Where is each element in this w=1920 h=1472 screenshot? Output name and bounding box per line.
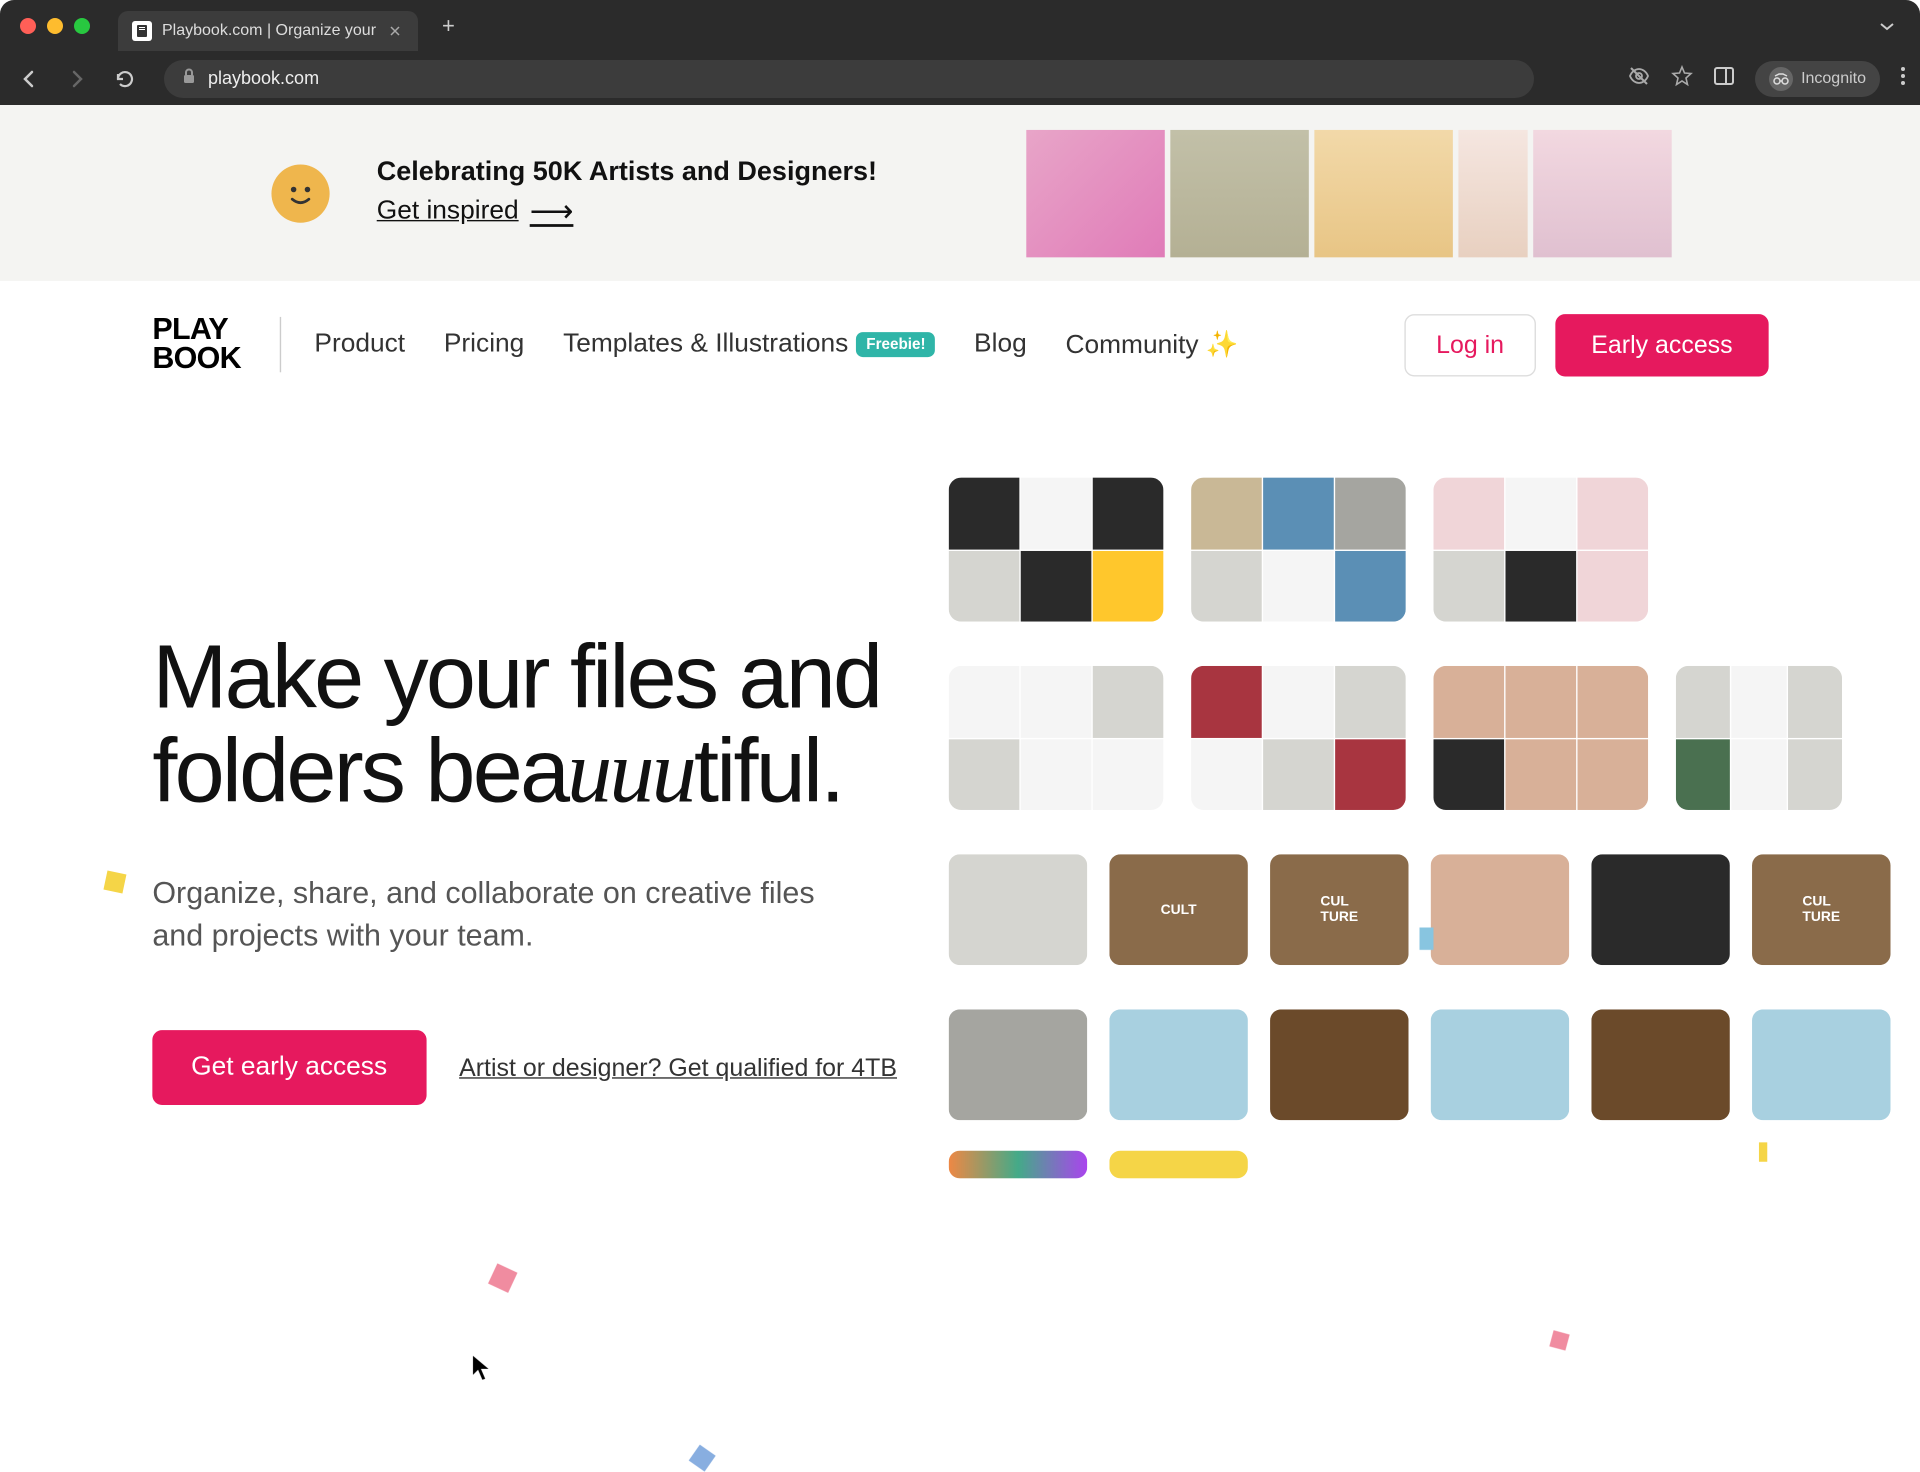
tab-title: Playbook.com | Organize your	[162, 22, 376, 40]
browser-chrome: Playbook.com | Organize your + playbook.…	[0, 0, 1920, 105]
hero-cta-row: Get early access Artist or designer? Get…	[152, 1031, 900, 1106]
banner-thumb[interactable]	[1458, 129, 1527, 256]
nav-templates-label: Templates & Illustrations	[563, 329, 848, 359]
gallery-card[interactable]: CULTURE	[1270, 854, 1409, 965]
gallery-card[interactable]	[1191, 478, 1406, 622]
hero-section: Make your files and folders beauuutiful.…	[0, 408, 1920, 1222]
banner-thumb[interactable]	[1314, 129, 1453, 256]
incognito-icon	[1769, 67, 1793, 91]
browser-toolbar: playbook.com Incognito	[0, 52, 1920, 105]
gallery-card[interactable]	[1431, 854, 1570, 965]
url-text: playbook.com	[208, 68, 319, 89]
browser-titlebar: Playbook.com | Organize your +	[0, 0, 1920, 52]
gallery-card[interactable]	[949, 666, 1164, 810]
mouse-cursor-icon	[471, 1353, 493, 1390]
banner-text-block: Celebrating 50K Artists and Designers! G…	[377, 156, 877, 229]
new-tab-button[interactable]: +	[442, 13, 455, 39]
banner-link-text: Get inspired	[377, 196, 519, 226]
gallery-card[interactable]	[1676, 666, 1842, 810]
qualify-link[interactable]: Artist or designer? Get qualified for 4T…	[459, 1053, 897, 1082]
hero-gallery: CULT CULTURE CULTURE	[900, 478, 1920, 1223]
tab-favicon-icon	[132, 21, 152, 41]
banner-headline: Celebrating 50K Artists and Designers!	[377, 156, 877, 188]
gallery-card[interactable]	[1752, 1009, 1891, 1120]
gallery-row	[949, 478, 1920, 622]
close-tab-button[interactable]	[386, 22, 404, 40]
gallery-row	[949, 1009, 1920, 1120]
browser-menu-icon[interactable]	[1900, 65, 1906, 92]
confetti-icon	[488, 1263, 517, 1292]
browser-toolbar-right: Incognito	[1627, 61, 1906, 97]
logo-line2: BOOK	[152, 345, 241, 374]
logo[interactable]: PLAY BOOK	[152, 316, 241, 374]
banner-thumb[interactable]	[1170, 129, 1309, 256]
gallery-card[interactable]	[949, 478, 1164, 622]
nav-templates[interactable]: Templates & Illustrations Freebie!	[563, 329, 935, 359]
nav-pricing[interactable]: Pricing	[444, 329, 524, 359]
nav-blog[interactable]: Blog	[974, 329, 1027, 359]
gallery-card[interactable]: CULT	[1109, 854, 1248, 965]
gallery-card[interactable]	[1591, 1009, 1730, 1120]
nav-actions: Log in Early access	[1404, 313, 1768, 375]
gallery-card[interactable]	[1591, 854, 1730, 965]
maximize-window-button[interactable]	[74, 18, 90, 34]
login-button[interactable]: Log in	[1404, 313, 1536, 375]
arrow-right-icon: ⟶	[530, 194, 574, 230]
incognito-label: Incognito	[1801, 70, 1866, 88]
browser-tab[interactable]: Playbook.com | Organize your	[118, 11, 418, 51]
site-nav: PLAY BOOK Product Pricing Templates & Il…	[0, 281, 1920, 408]
lock-icon	[182, 68, 196, 89]
banner-thumb[interactable]	[1026, 129, 1165, 256]
reload-button[interactable]	[110, 64, 140, 94]
confetti-icon	[1549, 1330, 1569, 1350]
hero-title-part2: tiful.	[694, 720, 842, 821]
banner-inspired-link[interactable]: Get inspired ⟶	[377, 194, 574, 230]
banner-image-strip	[1026, 129, 1920, 256]
get-early-access-button[interactable]: Get early access	[152, 1031, 426, 1106]
gallery-row: CULT CULTURE CULTURE	[949, 854, 1920, 965]
confetti-icon	[103, 870, 126, 893]
promo-banner: Celebrating 50K Artists and Designers! G…	[0, 105, 1920, 281]
smiley-icon	[271, 164, 329, 222]
gallery-row	[949, 1151, 1920, 1179]
address-bar[interactable]: playbook.com	[164, 60, 1534, 98]
close-window-button[interactable]	[20, 18, 36, 34]
gallery-card[interactable]	[1433, 666, 1648, 810]
hero-title: Make your files and folders beauuutiful.	[152, 630, 900, 820]
gallery-card[interactable]	[1191, 666, 1406, 810]
nav-links: Product Pricing Templates & Illustration…	[314, 328, 1238, 361]
eye-off-icon[interactable]	[1627, 64, 1651, 93]
confetti-icon	[1420, 928, 1434, 950]
gallery-card[interactable]	[949, 1151, 1088, 1179]
gallery-card[interactable]	[1109, 1151, 1248, 1179]
gallery-card[interactable]	[949, 854, 1088, 965]
hero-title-italic: uuu	[567, 723, 694, 823]
gallery-card[interactable]: CULTURE	[1752, 854, 1891, 965]
window-controls	[20, 18, 90, 34]
freebie-badge: Freebie!	[857, 332, 936, 357]
gallery-card[interactable]	[1433, 478, 1648, 622]
incognito-badge[interactable]: Incognito	[1755, 61, 1880, 97]
confetti-icon	[1759, 1142, 1767, 1161]
forward-button[interactable]	[62, 64, 92, 94]
confetti-icon	[689, 1445, 716, 1472]
hero-subtitle: Organize, share, and collaborate on crea…	[152, 870, 817, 958]
banner-thumb[interactable]	[1533, 129, 1672, 256]
gallery-card[interactable]	[1431, 1009, 1570, 1120]
bookmark-star-icon[interactable]	[1671, 65, 1693, 92]
nav-product[interactable]: Product	[314, 329, 405, 359]
gallery-card[interactable]	[1109, 1009, 1248, 1120]
back-button[interactable]	[14, 64, 44, 94]
early-access-button[interactable]: Early access	[1555, 313, 1768, 375]
nav-divider	[280, 317, 281, 372]
expand-tabs-button[interactable]	[1874, 13, 1900, 39]
gallery-card[interactable]	[1270, 1009, 1409, 1120]
gallery-card[interactable]	[949, 1009, 1088, 1120]
hero-copy: Make your files and folders beauuutiful.…	[152, 478, 900, 1223]
nav-community[interactable]: Community ✨	[1065, 328, 1238, 361]
gallery-row	[949, 666, 1920, 810]
side-panel-icon[interactable]	[1713, 66, 1735, 91]
minimize-window-button[interactable]	[47, 18, 63, 34]
